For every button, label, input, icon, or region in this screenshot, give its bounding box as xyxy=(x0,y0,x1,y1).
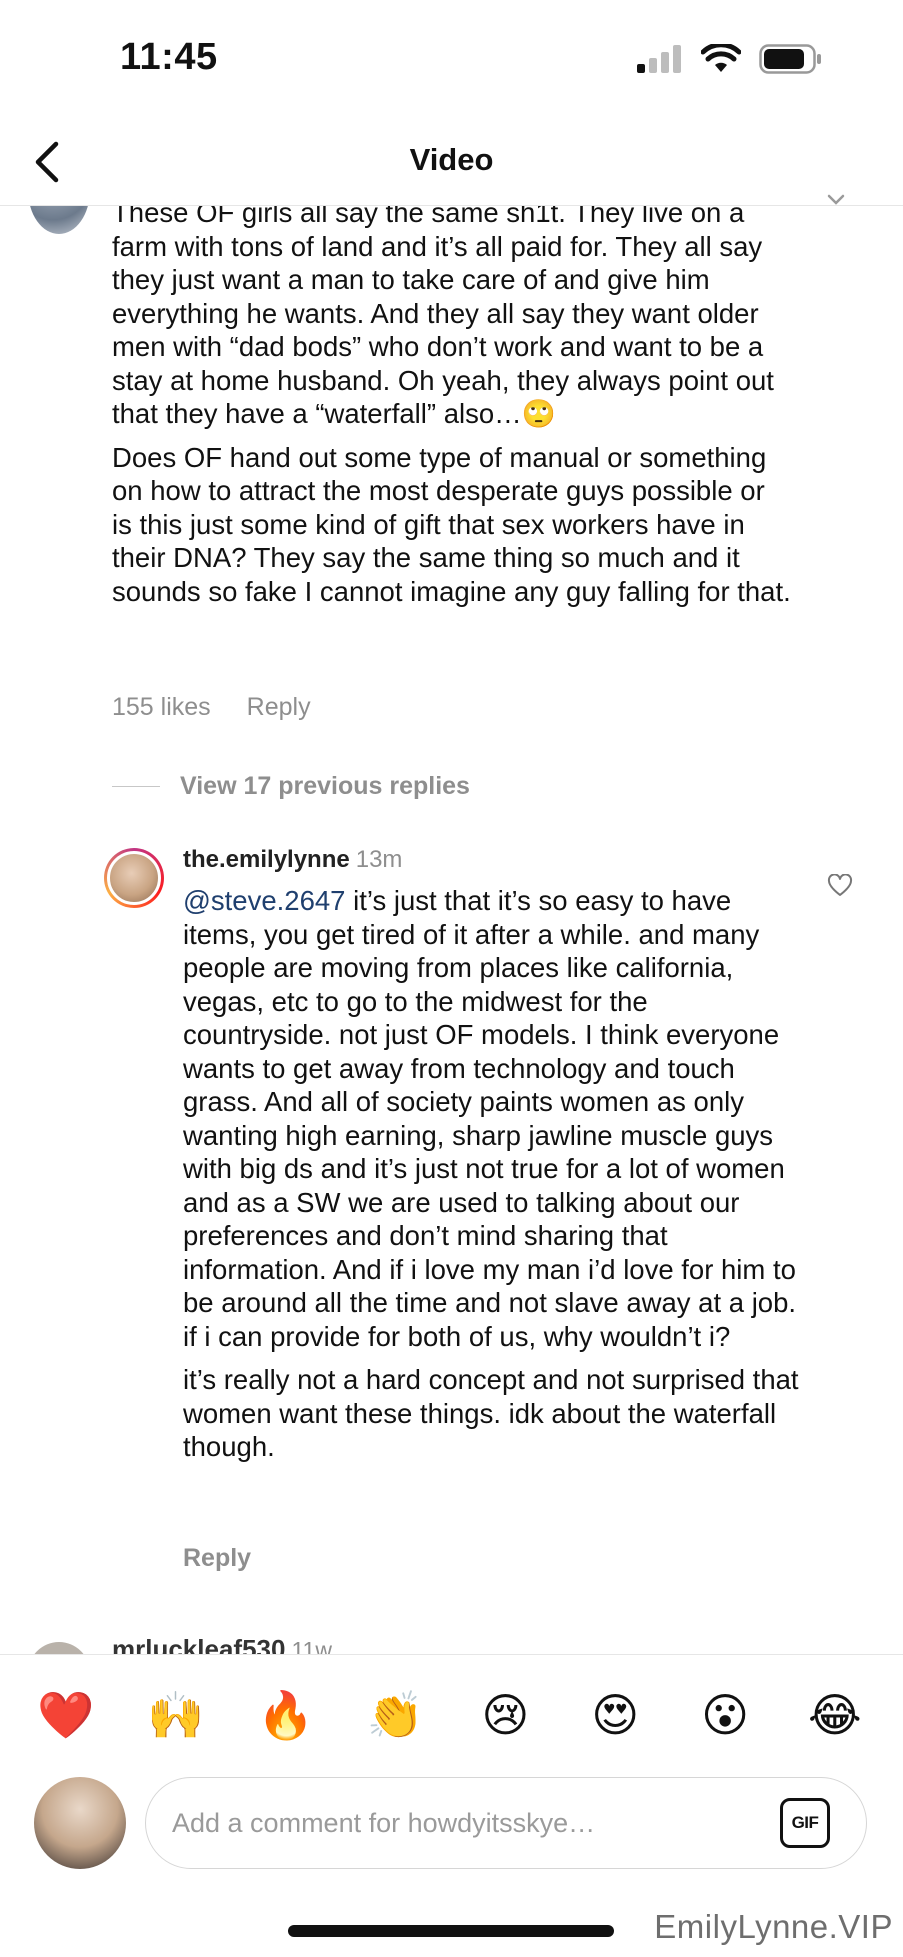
chevron-down-icon[interactable] xyxy=(827,194,845,206)
reply-button[interactable]: Reply xyxy=(247,693,311,722)
username[interactable]: the.emilylynne xyxy=(183,846,350,873)
username[interactable]: mrluckleaf530 xyxy=(112,1634,285,1654)
reply-header: the.emilylynne 13m xyxy=(183,846,402,874)
avatar[interactable] xyxy=(28,1642,90,1654)
status-bar: 11:45 xyxy=(0,0,903,120)
comment-paragraph: These OF girls all say the same sh1t. Th… xyxy=(112,206,774,429)
cellular-signal-icon xyxy=(637,45,681,73)
avatar xyxy=(34,1777,126,1869)
wifi-icon xyxy=(701,44,741,72)
emoji-button-raised-hands[interactable]: 🙌 xyxy=(146,1692,206,1738)
comment-body: These OF girls all say the same sh1t. Th… xyxy=(112,206,792,608)
like-heart-icon[interactable] xyxy=(827,874,853,898)
watermark: EmilyLynne.VIP xyxy=(654,1908,893,1945)
emoji-quick-bar: ❤️ 🙌 🔥 👏 😢 😍 😮 😂 xyxy=(0,1654,903,1774)
emoji-button-clap[interactable]: 👏 xyxy=(366,1692,426,1738)
gif-button[interactable]: GIF xyxy=(780,1798,830,1848)
comment-composer: GIF xyxy=(0,1774,903,1884)
reply-button[interactable]: Reply xyxy=(183,1544,251,1573)
comment-box[interactable]: GIF xyxy=(145,1777,867,1869)
comment-meta: 155 likes Reply xyxy=(112,693,311,722)
emoji-button-laughing[interactable]: 😂 xyxy=(805,1692,865,1738)
avatar[interactable] xyxy=(28,206,90,234)
timestamp: 11w xyxy=(291,1637,332,1654)
emoji-button-surprised[interactable]: 😮 xyxy=(695,1692,755,1738)
header: Video xyxy=(0,120,903,206)
comment-input[interactable] xyxy=(172,1800,732,1846)
divider xyxy=(112,786,160,787)
avatar[interactable] xyxy=(104,848,164,908)
emoji-button-fire[interactable]: 🔥 xyxy=(256,1692,316,1738)
emoji-button-crying[interactable]: 😢 xyxy=(475,1692,535,1738)
emoji-button-heart-eyes[interactable]: 😍 xyxy=(585,1692,645,1738)
view-previous-replies[interactable]: View 17 previous replies xyxy=(112,772,470,801)
next-comment-header: mrluckleaf530 11w xyxy=(112,1634,332,1654)
battery-icon xyxy=(759,44,821,74)
status-time: 11:45 xyxy=(120,36,218,78)
emoji-button-heart[interactable]: ❤️ xyxy=(36,1692,96,1738)
reply-paragraph: it’s really not a hard concept and not s… xyxy=(183,1364,799,1462)
likes-count[interactable]: 155 likes xyxy=(112,693,211,722)
comments-list[interactable]: These OF girls all say the same sh1t. Th… xyxy=(0,206,903,1654)
timestamp: 13m xyxy=(355,846,403,873)
status-icons xyxy=(637,44,823,74)
mention-link[interactable]: @steve.2647 xyxy=(183,885,345,916)
page-title: Video xyxy=(409,142,494,177)
view-replies-label: View 17 previous replies xyxy=(180,772,470,800)
comment-paragraph: Does OF hand out some type of manual or … xyxy=(112,441,791,607)
reply-body: @steve.2647 it’s just that it’s so easy … xyxy=(183,884,803,1464)
home-indicator[interactable] xyxy=(288,1925,614,1937)
reply-text: it’s just that it’s so easy to have item… xyxy=(183,885,797,1352)
